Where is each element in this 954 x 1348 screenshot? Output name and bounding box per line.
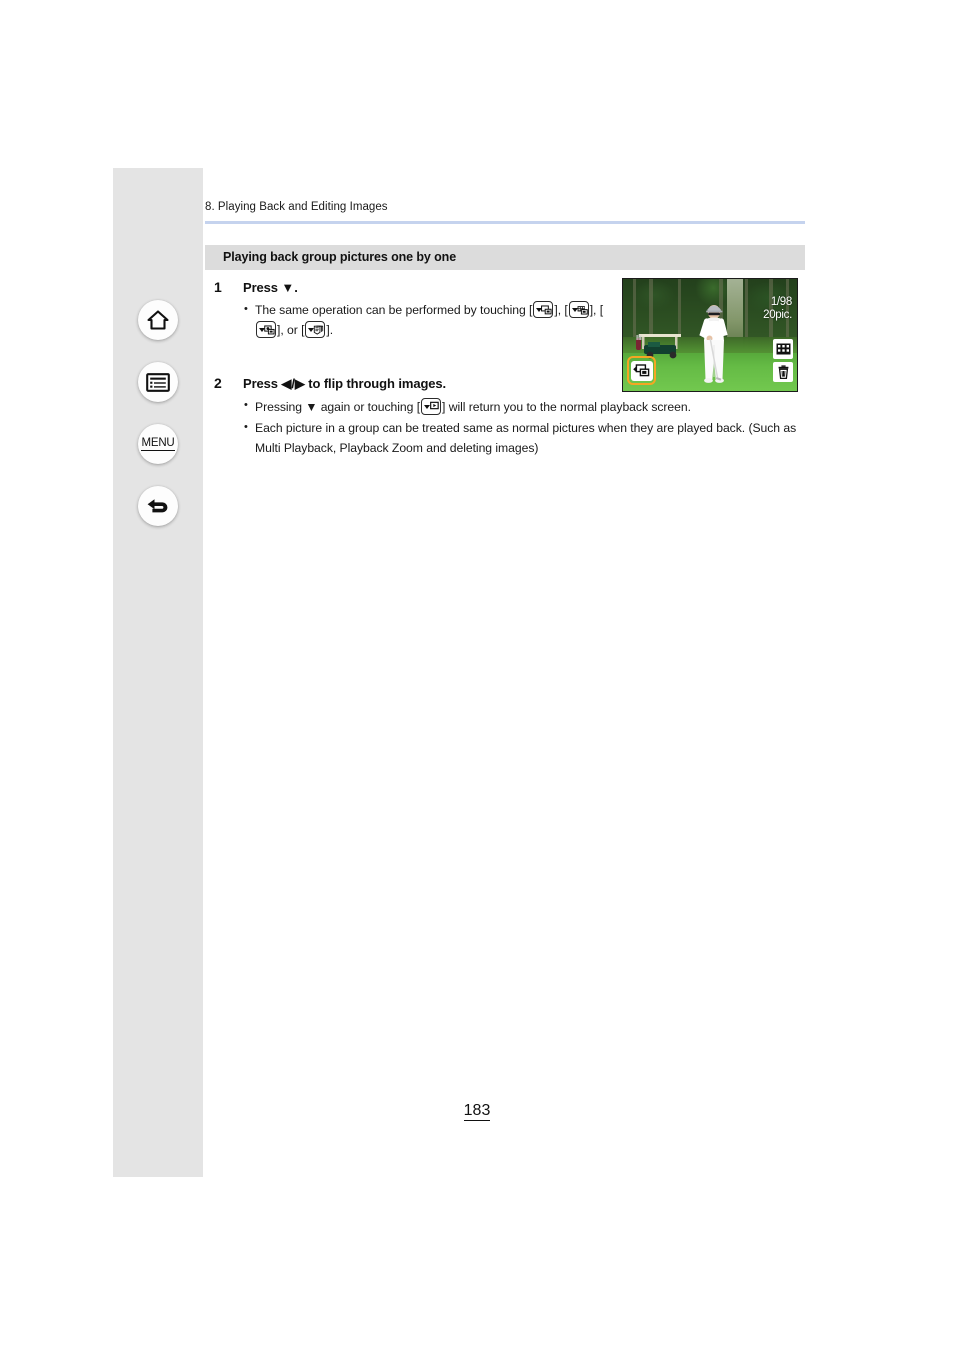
group-play-one-by-one-highlight <box>627 356 656 385</box>
multi-playback-button[interactable] <box>773 339 793 359</box>
nav-button-group: MENU <box>113 300 203 526</box>
stop-motion-play-icon <box>256 321 276 339</box>
group-play-one-by-one-icon <box>633 363 650 376</box>
page-number: 183 <box>0 1102 954 1121</box>
camera-screen-illustration: 1/98 20pic. <box>622 278 798 392</box>
nav-contents-button[interactable] <box>138 362 178 402</box>
page-number-value: 183 <box>463 1102 491 1121</box>
bullet-text-pre: The same operation can be performed by t… <box>255 303 533 318</box>
golfer-figure <box>699 305 728 383</box>
step-2-bullets: Pressing ▼ again or touching [ ] will re… <box>243 397 823 459</box>
menu-label: MENU <box>141 437 175 452</box>
chapter-header: 8. Playing Back and Editing Images <box>205 201 388 213</box>
picture-counter: 1/98 <box>770 296 792 308</box>
home-icon <box>147 310 169 330</box>
burst-play-icon <box>568 301 589 319</box>
header-rule <box>205 220 805 224</box>
bullet-text-mid2: ], [ <box>589 303 604 318</box>
bullet-text-mid1: ], [ <box>554 303 568 318</box>
step-2-number: 2 <box>214 375 222 392</box>
bullet-text-post: ]. <box>326 323 334 338</box>
step-2-bullet-2: Each picture in a group can be treated s… <box>243 419 823 459</box>
nav-menu-button[interactable]: MENU <box>138 424 178 464</box>
delete-button[interactable] <box>773 362 793 382</box>
step-1-number: 1 <box>214 278 222 295</box>
picture-total: 20pic. <box>763 309 792 321</box>
bullet2-text-pre: Pressing ▼ again or touching [ <box>255 399 421 414</box>
nav-back-button[interactable] <box>138 486 178 526</box>
nav-home-button[interactable] <box>138 300 178 340</box>
trash-icon <box>778 364 788 379</box>
section-title: Playing back group pictures one by one <box>223 250 457 265</box>
list-icon <box>146 372 170 392</box>
group-play-one-by-one-button[interactable] <box>630 360 653 381</box>
bullet-text-mid3: ], or [ <box>277 323 305 338</box>
focus-stack-play-icon <box>305 321 326 339</box>
step-2-bullet-1: Pressing ▼ again or touching [ ] will re… <box>243 397 823 418</box>
bullet2-text-post: ] will return you to the normal playback… <box>442 399 691 414</box>
step-1-bullet-1: The same operation can be performed by t… <box>243 301 613 341</box>
normal-playback-icon <box>421 397 442 415</box>
multi-playback-icon <box>776 343 790 355</box>
golf-cart <box>636 334 681 359</box>
step-1-bullets: The same operation can be performed by t… <box>243 301 613 341</box>
group-play-icon <box>533 301 554 319</box>
section-heading-bar: Playing back group pictures one by one <box>205 244 805 270</box>
back-arrow-icon <box>146 496 170 517</box>
